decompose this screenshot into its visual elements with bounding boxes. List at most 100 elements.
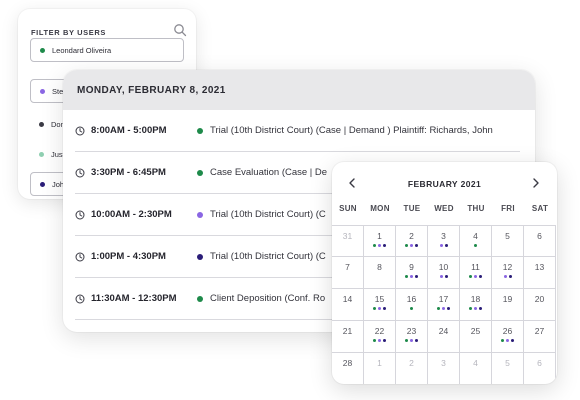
calendar-day-cell[interactable]: 15	[364, 289, 396, 321]
event-indicator-dot	[415, 275, 418, 278]
calendar-day-cell[interactable]: 26	[492, 321, 524, 353]
calendar-day-cell[interactable]: 6	[524, 225, 556, 257]
calendar-day-cell[interactable]: 31	[332, 225, 364, 257]
month-calendar: FEBRUARY 2021 SUN MON TUE WED THU FRI SAT 31 1 2…	[332, 162, 557, 384]
day-number: 18	[470, 294, 481, 304]
calendar-day-cell[interactable]: 19	[492, 289, 524, 321]
calendar-day-cell[interactable]: 28	[332, 353, 364, 384]
day-number: 2	[409, 358, 414, 368]
event-title: Case Evaluation (Case | De	[210, 167, 328, 178]
calendar-day-cell[interactable]: 27	[524, 321, 556, 353]
event-indicator-dots	[492, 275, 523, 278]
calendar-day-cell[interactable]: 16	[396, 289, 428, 321]
calendar-day-cell[interactable]: 23	[396, 321, 428, 353]
calendar-day-cell[interactable]: 20	[524, 289, 556, 321]
calendar-day-cell[interactable]: 10	[428, 257, 460, 289]
day-number: 5	[505, 358, 510, 368]
event-indicator-dot	[474, 244, 477, 247]
day-number: 6	[537, 358, 542, 368]
weekday-label: FRI	[501, 204, 515, 213]
day-number: 1	[377, 358, 382, 368]
event-indicator-dot	[410, 244, 413, 247]
weekday-label: SUN	[339, 204, 357, 213]
event-indicator-dot	[378, 244, 381, 247]
agenda-event-row[interactable]: 8:00AM - 5:00PM Trial (10th District Cour…	[75, 110, 520, 152]
event-indicator-dots	[396, 244, 427, 247]
calendar-day-cell[interactable]: 25	[460, 321, 492, 353]
event-indicator-dot	[444, 275, 448, 278]
calendar-day-cell[interactable]: 3	[428, 353, 460, 384]
event-indicator-dot	[373, 244, 376, 247]
event-indicator-dot	[415, 339, 418, 342]
calendar-day-cell[interactable]: 17	[428, 289, 460, 321]
event-indicator-dots	[460, 244, 491, 247]
event-indicator-dot	[503, 275, 507, 278]
day-number: 4	[473, 231, 478, 241]
event-indicator-dot	[474, 275, 477, 278]
event-indicator-dot	[479, 275, 482, 278]
calendar-day-cell[interactable]: 13	[524, 257, 556, 289]
event-indicator-dots	[396, 307, 427, 310]
event-indicator-dot	[405, 244, 408, 247]
calendar-day-cell[interactable]: 12	[492, 257, 524, 289]
user-color-dot	[40, 181, 45, 187]
calendar-day-cell[interactable]: 3	[428, 225, 460, 257]
day-number: 19	[502, 294, 513, 304]
event-indicator-dot	[469, 307, 472, 310]
event-indicator-dots	[364, 339, 395, 342]
calendar-day-cell[interactable]: 5	[492, 225, 524, 257]
day-number: 4	[473, 358, 478, 368]
day-number: 23	[406, 326, 417, 336]
event-indicator-dot	[378, 307, 381, 310]
calendar-month-label: FEBRUARY 2021	[407, 179, 482, 189]
user-name: Leondard Oliveira	[52, 45, 112, 55]
search-icon[interactable]	[173, 23, 187, 37]
calendar-day-cell[interactable]: 7	[332, 257, 364, 289]
event-indicator-dots	[396, 339, 427, 342]
calendar-day-cell[interactable]: 9	[396, 257, 428, 289]
event-indicator-dot	[410, 339, 413, 342]
calendar-day-cell[interactable]: 18	[460, 289, 492, 321]
event-indicator-dots	[396, 275, 427, 278]
event-indicator-dot	[373, 307, 376, 310]
event-indicator-dots	[492, 339, 523, 342]
user-filter-item[interactable]: Leondard Oliveira	[30, 38, 184, 62]
calendar-day-cell[interactable]: 1	[364, 225, 396, 257]
event-indicator-dot	[469, 275, 472, 278]
calendar-day-cell[interactable]: 8	[364, 257, 396, 289]
day-number: 2	[409, 231, 414, 241]
event-indicator-dots	[364, 307, 395, 310]
day-number: 14	[342, 294, 353, 304]
day-number: 25	[470, 326, 481, 336]
agenda-date-heading: MONDAY, FEBRUARY 8, 2021	[63, 70, 535, 110]
event-title: Trial (10th District Court) (Case | Dema…	[210, 125, 493, 136]
day-number: 11	[471, 262, 480, 272]
event-indicator-dots	[428, 307, 459, 310]
chevron-right-icon[interactable]	[530, 177, 542, 189]
event-color-dot	[197, 253, 203, 260]
calendar-day-cell[interactable]: 5	[492, 353, 524, 384]
event-indicator-dot	[383, 339, 386, 342]
calendar-day-cell[interactable]: 2	[396, 353, 428, 384]
event-indicator-dots	[428, 244, 459, 247]
calendar-day-cell[interactable]: 2	[396, 225, 428, 257]
calendar-day-cell[interactable]: 1	[364, 353, 396, 384]
calendar-day-cell[interactable]: 21	[332, 321, 364, 353]
day-number: 20	[534, 294, 545, 304]
calendar-day-cell[interactable]: 4	[460, 225, 492, 257]
calendar-day-cell[interactable]: 14	[332, 289, 364, 321]
event-indicator-dot	[506, 339, 509, 342]
calendar-day-cell[interactable]: 11	[460, 257, 492, 289]
calendar-day-cell[interactable]: 6	[524, 353, 556, 384]
calendar-day-cell[interactable]: 24	[428, 321, 460, 353]
day-number: 8	[377, 262, 382, 272]
event-indicator-dot	[383, 307, 386, 310]
calendar-day-cell[interactable]: 4	[460, 353, 492, 384]
event-indicator-dots	[460, 307, 491, 310]
event-indicator-dot	[501, 339, 504, 342]
calendar-day-cell[interactable]: 22	[364, 321, 396, 353]
day-number: 9	[409, 262, 414, 272]
day-number: 31	[342, 231, 353, 241]
user-color-dot	[39, 121, 44, 127]
weekday-label: WED	[434, 204, 454, 213]
